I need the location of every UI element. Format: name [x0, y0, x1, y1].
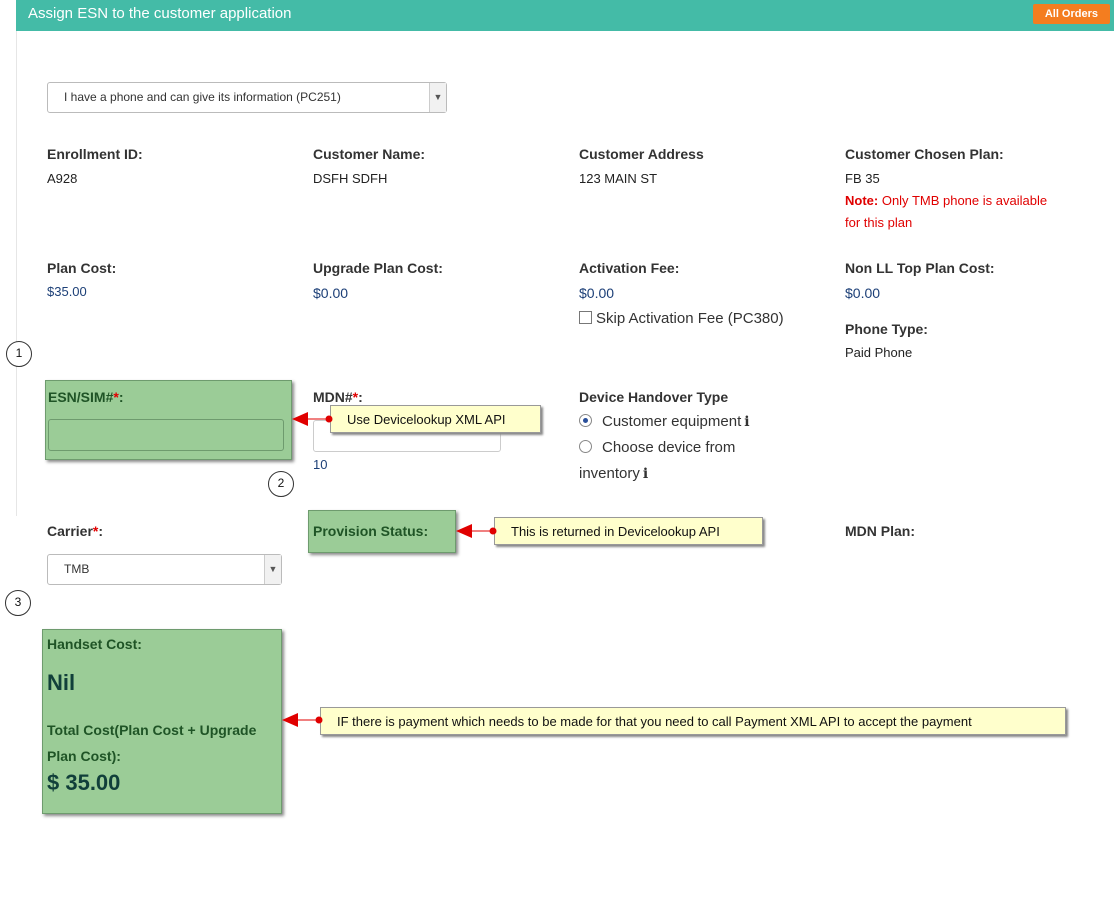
annotation-arrows [282, 412, 497, 727]
arrow-3 [282, 713, 323, 727]
arrow-2 [456, 524, 497, 538]
arrow-1 [292, 412, 333, 426]
